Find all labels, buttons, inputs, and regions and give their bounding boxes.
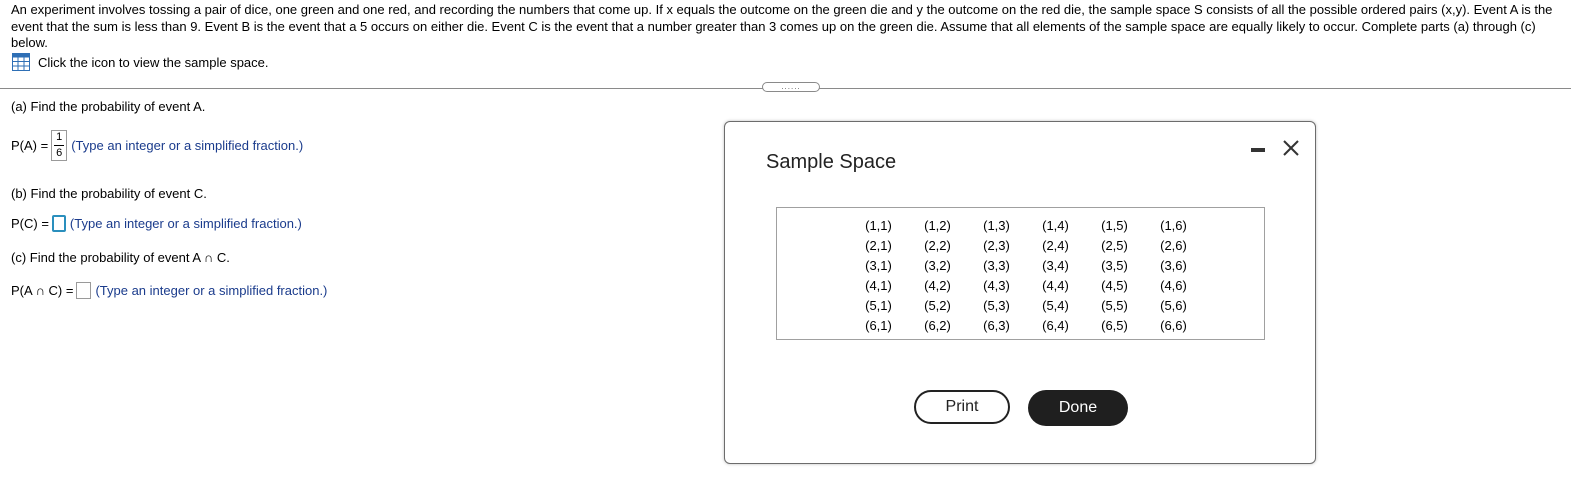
done-button[interactable]: Done [1028, 390, 1128, 426]
sample-space-cell: (6,3) [983, 317, 1010, 333]
minimize-icon[interactable] [1251, 148, 1265, 152]
sample-space-cell: (5,6) [1160, 297, 1187, 313]
sample-space-cell: (5,5) [1101, 297, 1128, 313]
part-b-prefix: P(C) = [11, 216, 49, 231]
sample-space-cell: (3,1) [865, 257, 892, 273]
close-icon[interactable] [1281, 138, 1301, 158]
sample-link-label[interactable]: Click the icon to view the sample space. [38, 55, 269, 70]
part-b-answer-input[interactable] [51, 215, 66, 232]
part-c-prefix: P(A ∩ C) = [11, 283, 74, 298]
part-a-answer-row: P(A) = 1 6 (Type an integer or a simplif… [11, 130, 303, 161]
part-b-hint: (Type an integer or a simplified fractio… [69, 216, 302, 231]
sample-space-cell: (2,1) [865, 237, 892, 253]
sample-space-cell: (1,2) [924, 217, 951, 233]
sample-space-cell: (6,6) [1160, 317, 1187, 333]
sample-space-row: (4,1) (4,2) (4,3) (4,4) (4,5) (4,6) [849, 275, 1203, 295]
sample-space-cell: (6,2) [924, 317, 951, 333]
part-a-question: (a) Find the probability of event A. [11, 99, 206, 114]
part-b-answer-row: P(C) = (Type an integer or a simplified … [11, 215, 302, 232]
sample-space-row: (3,1) (3,2) (3,3) (3,4) (3,5) (3,6) [849, 255, 1203, 275]
sample-space-cell: (3,5) [1101, 257, 1128, 273]
sample-space-cell: (1,1) [865, 217, 892, 233]
table-grid-icon[interactable] [12, 53, 30, 71]
part-a-answer-fraction[interactable]: 1 6 [51, 130, 68, 161]
part-a-hint: (Type an integer or a simplified fractio… [71, 138, 304, 153]
part-c-answer-input[interactable] [76, 282, 92, 299]
sample-space-cell: (6,1) [865, 317, 892, 333]
sample-space-cell: (4,3) [983, 277, 1010, 293]
sample-space-cell: (2,5) [1101, 237, 1128, 253]
sample-space-cell: (2,6) [1160, 237, 1187, 253]
part-a-denominator[interactable]: 6 [56, 147, 62, 160]
sample-space-cell: (3,2) [924, 257, 951, 273]
sample-space-row: (1,1) (1,2) (1,3) (1,4) (1,5) (1,6) [849, 215, 1203, 235]
sample-space-cell: (1,3) [983, 217, 1010, 233]
part-a-prefix: P(A) = [11, 138, 49, 153]
part-c-hint: (Type an integer or a simplified fractio… [95, 283, 328, 298]
print-button[interactable]: Print [914, 390, 1010, 424]
sample-space-cell: (4,1) [865, 277, 892, 293]
view-sample-space-link[interactable]: Click the icon to view the sample space. [12, 53, 269, 71]
sample-space-table: (1,1) (1,2) (1,3) (1,4) (1,5) (1,6) (2,1) (2,2)… [849, 215, 1203, 335]
sample-space-dialog: Sample Space (1,1) (1,2) (1,3) (1,4) (1,5) (1… [724, 121, 1316, 464]
sample-space-row: (2,1) (2,2) (2,3) (2,4) (2,5) (2,6) [849, 235, 1203, 255]
sample-space-cell: (1,6) [1160, 217, 1187, 233]
sample-space-box: (1,1) (1,2) (1,3) (1,4) (1,5) (1,6) (2,1) (2,2)… [776, 207, 1265, 340]
sample-space-cell: (5,4) [1042, 297, 1069, 313]
sample-space-cell: (2,2) [924, 237, 951, 253]
sample-space-cell: (3,4) [1042, 257, 1069, 273]
sample-space-cell: (1,4) [1042, 217, 1069, 233]
sample-space-cell: (2,3) [983, 237, 1010, 253]
sample-space-cell: (5,2) [924, 297, 951, 313]
sample-space-row: (5,1) (5,2) (5,3) (5,4) (5,5) (5,6) [849, 295, 1203, 315]
part-c-question: (c) Find the probability of event A ∩ C. [11, 250, 230, 265]
drag-handle[interactable]: ...... [762, 82, 820, 92]
part-c-answer-row: P(A ∩ C) = (Type an integer or a simplif… [11, 282, 327, 299]
sample-space-cell: (6,5) [1101, 317, 1128, 333]
part-a-numerator[interactable]: 1 [56, 131, 62, 144]
sample-space-cell: (2,4) [1042, 237, 1069, 253]
sample-space-cell: (5,3) [983, 297, 1010, 313]
sample-space-cell: (4,5) [1101, 277, 1128, 293]
fraction-bar [54, 145, 65, 146]
sample-space-cell: (1,5) [1101, 217, 1128, 233]
problem-statement: An experiment involves tossing a pair of… [11, 2, 1553, 50]
sample-space-cell: (3,6) [1160, 257, 1187, 273]
sample-space-cell: (5,1) [865, 297, 892, 313]
dialog-title: Sample Space [766, 151, 897, 173]
sample-space-row: (6,1) (6,2) (6,3) (6,4) (6,5) (6,6) [849, 315, 1203, 335]
sample-space-cell: (3,3) [983, 257, 1010, 273]
sample-space-cell: (4,6) [1160, 277, 1187, 293]
sample-space-cell: (4,2) [924, 277, 951, 293]
sample-space-cell: (6,4) [1042, 317, 1069, 333]
sample-space-cell: (4,4) [1042, 277, 1069, 293]
part-b-question: (b) Find the probability of event C. [11, 186, 207, 201]
